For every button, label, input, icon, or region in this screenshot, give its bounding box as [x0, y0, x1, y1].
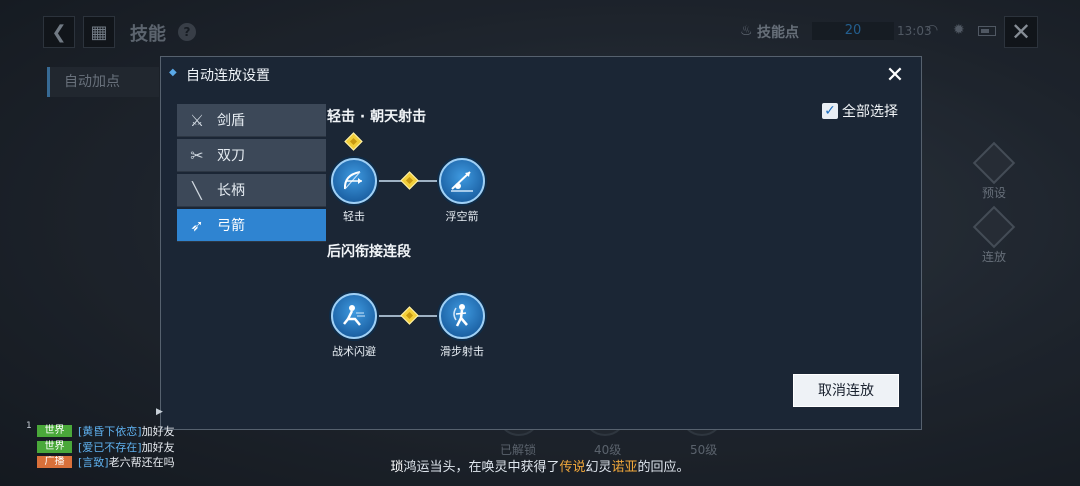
chat-sender[interactable]: [爱已不存在] [78, 439, 142, 455]
close-screen-button[interactable]: ✕ [1004, 16, 1038, 48]
chat-message[interactable]: 世界 [黄昏下依恋] 加好友 [37, 424, 175, 438]
combo-label: 连放 [981, 250, 1006, 264]
chat-channel-badge: 世界 [37, 425, 72, 437]
chat-expand-icon[interactable]: ▶ [156, 407, 163, 417]
tab-label: 弓箭 [217, 218, 245, 234]
start-marker-icon [344, 132, 363, 151]
polearm-icon: ╲ [192, 180, 202, 200]
tab-label: 双刀 [217, 148, 245, 164]
chat-unread-count: 1 [26, 421, 32, 431]
check-icon: ✓ [822, 103, 838, 119]
broadcast-player: 琐 [390, 460, 404, 475]
skill-tactical-dodge[interactable] [331, 293, 377, 339]
back-button[interactable]: ❮ [43, 16, 75, 48]
auto-combo-settings-dialog: ◆ 自动连放设置 ✕ ⚔ 剑盾 ✂ 双刀 ╲ 长柄 ➶ 弓箭 ✓ 全部选择 轻击… [160, 56, 922, 430]
title-bullet-icon: ◆ [169, 67, 177, 78]
close-icon: ✕ [1010, 18, 1032, 46]
broadcast-rarity: 传说 [559, 460, 586, 475]
chevron-left-icon: ❮ [51, 21, 67, 43]
brightness-icon: ✹ [953, 22, 965, 38]
combo-title: 轻击 · 朝天射击 [327, 109, 427, 125]
tab-bow[interactable]: ➶ 弓箭 [177, 209, 326, 242]
select-all-checkbox[interactable]: ✓ 全部选择 [822, 101, 898, 121]
page-title: 技能 [130, 24, 166, 45]
dual-blades-icon: ✂ [190, 145, 204, 165]
skill-points-label: 技能点 [757, 25, 799, 41]
battery-icon [978, 26, 996, 36]
chat-channel-badge: 世界 [37, 441, 72, 453]
combo-title: 后闪衔接连段 [327, 244, 411, 260]
slide-shot-icon [453, 304, 468, 327]
top-bar: ❮ ▦ 技能 ? ♨ 技能点 20 13:03 ◠ ✹ ✕ [0, 0, 1080, 62]
menu-grid-button[interactable]: ▦ [83, 16, 115, 48]
bow-icon [343, 171, 362, 190]
chat-text: 加好友 [141, 441, 175, 454]
preset-icon [972, 141, 1016, 185]
chat-text: 加好友 [141, 425, 175, 438]
tab-label: 剑盾 [217, 113, 245, 129]
dialog-title: 自动连放设置 [186, 68, 270, 84]
broadcast-text: 幻灵 [585, 460, 612, 475]
broadcast-text: 鸿运当头，在唤灵中获得了 [403, 460, 560, 475]
bow-icon: ➶ [190, 215, 204, 235]
chat-sender[interactable]: [黄昏下依恋] [78, 423, 142, 439]
help-icon[interactable]: ? [178, 23, 196, 41]
tab-polearm[interactable]: ╲ 长柄 [177, 174, 326, 207]
tab-auto-points[interactable]: 自动加点 [47, 67, 159, 97]
gear-icon [972, 205, 1016, 249]
skill-points-value: 20 [812, 22, 894, 40]
grid-icon: ▦ [90, 21, 108, 43]
cancel-combo-button[interactable]: 取消连放 [793, 374, 899, 407]
skill-label: 战术闪避 [332, 345, 376, 358]
link-marker-icon [400, 306, 419, 325]
tab-label: 长柄 [217, 183, 245, 199]
dodge-icon [343, 305, 365, 326]
skill-label: 轻击 [343, 210, 365, 223]
combo-button[interactable]: 连放 [971, 205, 1017, 265]
dialog-header: ◆ 自动连放设置 ✕ [161, 57, 921, 93]
dialog-close-button[interactable]: ✕ [879, 63, 911, 89]
skill-label: 浮空箭 [445, 210, 479, 223]
skill-label: 滑步射击 [440, 345, 484, 358]
broadcast-spirit: 诺亚 [611, 460, 638, 475]
broadcast-text: 的回应。 [637, 460, 690, 475]
chat-message[interactable]: 世界 [爱已不存在] 加好友 [37, 440, 175, 454]
skill-light-strike[interactable] [331, 158, 377, 204]
skill-slide-shot[interactable] [439, 293, 485, 339]
preset-button[interactable]: 预设 [971, 141, 1017, 201]
skill-sky-arrow[interactable] [439, 158, 485, 204]
sky-shot-icon [451, 171, 473, 192]
tab-sword-shield[interactable]: ⚔ 剑盾 [177, 104, 326, 137]
preset-label: 预设 [981, 186, 1006, 200]
select-all-label: 全部选择 [842, 104, 898, 120]
wifi-icon: ◠ [926, 22, 939, 38]
tab-dual-blades[interactable]: ✂ 双刀 [177, 139, 326, 172]
system-broadcast: 琐鸿运当头，在唤灵中获得了传说幻灵诺亚的回应。 [0, 456, 1080, 475]
sword-shield-icon: ⚔ [189, 110, 205, 130]
link-marker-icon [400, 171, 419, 190]
close-icon: ✕ [885, 63, 905, 88]
skill-point-icon: ♨ [740, 23, 753, 39]
